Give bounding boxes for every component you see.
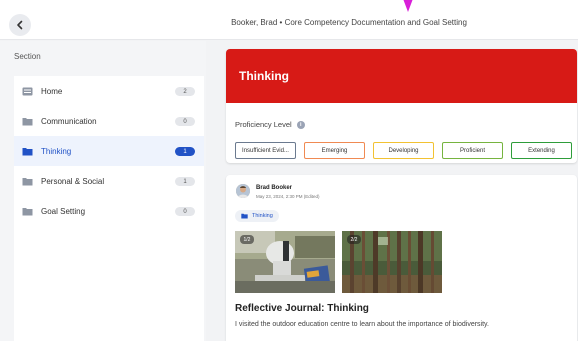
info-icon[interactable]: i: [296, 120, 305, 129]
competency-card: Thinking Proficiency Level i Insufficien…: [226, 49, 577, 163]
journal-post-card[interactable]: Brad Booker May 23, 2024, 2:30 PM (Edite…: [226, 175, 577, 341]
avatar: [236, 184, 250, 198]
proficiency-label: Proficiency Level: [235, 120, 292, 129]
post-image-microscope[interactable]: 1/2: [235, 231, 335, 293]
proficiency-levels: Insufficient Evid... Emerging Developing…: [235, 142, 572, 159]
post-author: Brad Booker: [256, 185, 293, 191]
folder-icon: [22, 207, 33, 215]
image-index-badge: 1/2: [240, 235, 254, 244]
level-emerging-button[interactable]: Emerging: [304, 142, 365, 159]
item-count-badge: 0: [175, 117, 195, 126]
item-count-badge: 1: [175, 177, 195, 186]
section-nav: Home 2 Communication 0 Thinking 1 Person…: [14, 76, 204, 341]
item-count-badge: 0: [175, 207, 195, 216]
page-title-text: Booker, Brad • Core Competency Documenta…: [231, 18, 467, 27]
competency-tag[interactable]: Thinking: [235, 210, 279, 222]
proficiency-row: Proficiency Level i: [235, 120, 305, 129]
post-title: Reflective Journal: Thinking: [235, 303, 369, 314]
sidebar-item-thinking[interactable]: Thinking 1: [14, 136, 204, 166]
sidebar-item-label: Communication: [41, 116, 97, 126]
item-count-badge: 2: [175, 87, 195, 96]
sidebar-item-goal-setting[interactable]: Goal Setting 0: [14, 196, 204, 226]
sidebar: Section Home 2 Communication 0 Thinking …: [0, 41, 206, 341]
sidebar-item-label: Home: [41, 86, 63, 96]
home-icon: [22, 87, 33, 95]
folder-icon: [22, 117, 33, 125]
section-label: Section: [14, 52, 41, 61]
cursor-pointer-icon: [403, 0, 413, 12]
item-count-badge: 1: [175, 147, 195, 156]
sidebar-item-label: Thinking: [41, 146, 72, 156]
main-content: Thinking Proficiency Level i Insufficien…: [206, 41, 578, 341]
tag-label: Thinking: [252, 213, 273, 219]
level-developing-button[interactable]: Developing: [373, 142, 434, 159]
competency-title: Thinking: [226, 49, 577, 103]
post-body: I visited the outdoor education centre t…: [235, 321, 489, 328]
image-index-badge: 2/2: [347, 235, 361, 244]
sidebar-item-communication[interactable]: Communication 0: [14, 106, 204, 136]
sidebar-item-personal-social[interactable]: Personal & Social 1: [14, 166, 204, 196]
sidebar-item-home[interactable]: Home 2: [14, 76, 204, 106]
folder-icon: [22, 177, 33, 185]
page-title: Booker, Brad • Core Competency Documenta…: [0, 18, 578, 27]
level-extending-button[interactable]: Extending: [511, 142, 572, 159]
top-bar: Booker, Brad • Core Competency Documenta…: [0, 0, 578, 40]
level-proficient-button[interactable]: Proficient: [442, 142, 503, 159]
post-date: May 23, 2024, 2:30 PM (Edited): [256, 194, 320, 199]
sidebar-item-label: Personal & Social: [41, 176, 105, 186]
level-insufficient-evidence-button[interactable]: Insufficient Evid...: [235, 142, 296, 159]
sidebar-item-label: Goal Setting: [41, 206, 86, 216]
folder-icon: [241, 213, 248, 219]
post-image-forest[interactable]: 2/2: [342, 231, 442, 293]
folder-icon: [22, 147, 33, 155]
